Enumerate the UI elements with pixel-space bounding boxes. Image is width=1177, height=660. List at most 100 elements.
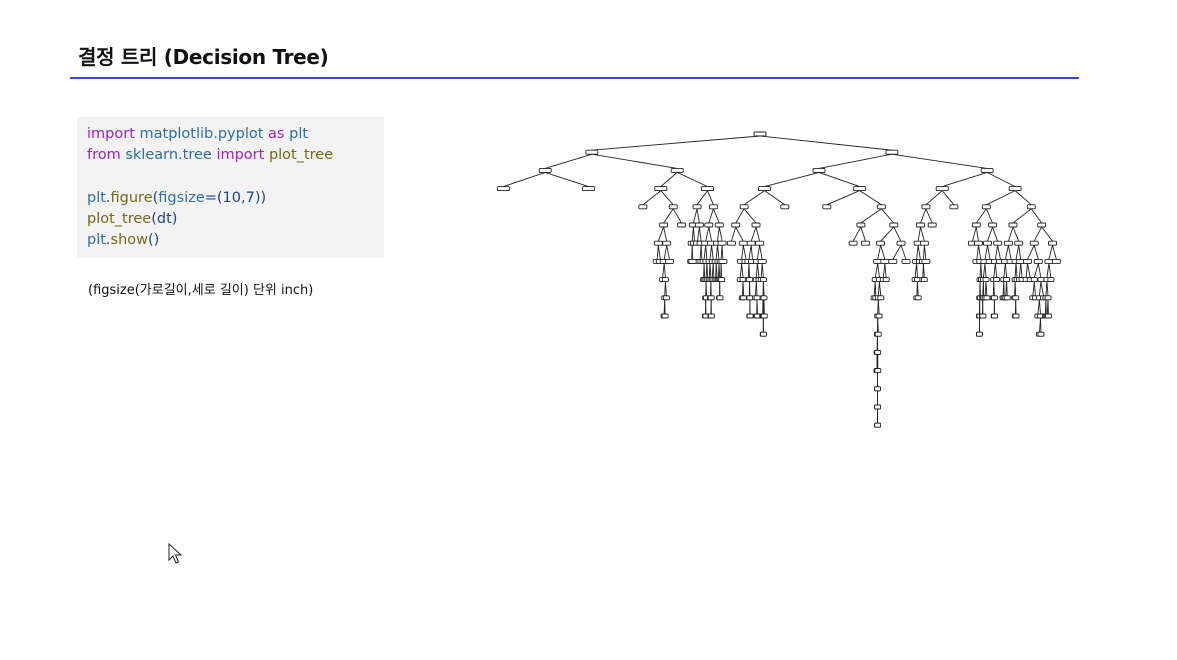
tree-node	[880, 258, 890, 264]
tree-node	[822, 204, 832, 210]
tree-edge	[1025, 263, 1028, 278]
tree-edge	[1027, 245, 1035, 260]
tree-edge	[545, 171, 589, 188]
tree-edge	[941, 190, 955, 206]
tree-edge	[893, 226, 902, 242]
code-token: =(10,7))	[204, 189, 267, 206]
tree-node	[1044, 295, 1052, 301]
tree-node	[991, 313, 999, 319]
tree-edge	[892, 244, 902, 260]
tree-node	[876, 240, 886, 246]
tree-node	[1023, 258, 1032, 264]
tree-node	[1047, 277, 1055, 283]
tree-node	[758, 186, 771, 192]
tree-edge	[1046, 281, 1049, 296]
tree-edge	[884, 263, 887, 278]
tree-node	[919, 240, 929, 246]
tree-edge	[756, 299, 759, 315]
tree-node	[856, 222, 866, 228]
tree-edge	[748, 245, 752, 260]
tree-node	[757, 258, 767, 264]
tree-node	[1051, 258, 1061, 264]
tree-edge	[718, 226, 723, 242]
tree-edge	[741, 245, 744, 260]
tree-edge	[691, 245, 694, 260]
tree-node	[661, 313, 669, 319]
tree-node	[882, 277, 890, 283]
tree-node	[935, 186, 949, 192]
tree-node	[714, 222, 724, 228]
tree-edge	[660, 190, 674, 206]
tree-edge	[1004, 263, 1008, 278]
tree-node	[759, 277, 767, 283]
code-line: plt.figure(figsize=(10,7))	[87, 188, 384, 209]
tree-node	[1008, 186, 1022, 192]
tree-edge	[1012, 208, 1032, 224]
tree-edge	[743, 190, 765, 206]
tree-node	[662, 295, 670, 301]
tree-edge	[759, 245, 763, 260]
tree-edge	[917, 245, 921, 260]
tree-edge	[975, 208, 987, 224]
code-token: from	[87, 147, 121, 164]
tree-edge	[971, 226, 977, 242]
tree-edge	[976, 245, 979, 260]
tree-node	[1037, 331, 1045, 337]
code-line: from sklearn.tree import plot_tree	[87, 145, 384, 166]
tree-node	[1048, 240, 1057, 246]
tree-node	[874, 349, 882, 355]
code-token: plt	[87, 232, 106, 249]
tree-node	[920, 277, 928, 283]
tree-edge	[985, 281, 988, 296]
tree-edge	[997, 245, 1001, 260]
tree-node	[718, 277, 726, 283]
tree-edge	[984, 263, 987, 278]
tree-edge	[1012, 226, 1020, 242]
code-token: import	[87, 126, 135, 142]
tree-edge	[880, 245, 886, 260]
slide-title: 결정 트리 (Decision Tree)	[78, 45, 329, 69]
tree-edge	[1041, 226, 1053, 242]
tree-node	[731, 222, 741, 228]
tree-edge	[703, 263, 706, 278]
tree-node	[638, 204, 648, 210]
tree-edge	[709, 245, 713, 260]
tree-edge	[1038, 299, 1041, 315]
tree-edge	[677, 171, 708, 188]
tree-edge	[878, 281, 882, 296]
tree-edge	[877, 263, 880, 278]
tree-node	[982, 277, 990, 283]
tree-edge	[735, 226, 744, 242]
tree-node	[874, 368, 882, 374]
tree-node	[496, 186, 510, 192]
tree-edge	[1052, 245, 1057, 260]
tree-node	[981, 204, 991, 210]
tree-edge	[663, 226, 668, 242]
tree-edge	[826, 190, 860, 206]
tree-edge	[742, 245, 747, 260]
tree-node	[914, 295, 922, 301]
tree-edge	[978, 245, 982, 260]
tree-node	[760, 313, 768, 319]
tree-edge	[916, 263, 918, 278]
tree-edge	[1033, 263, 1039, 278]
tree-edge	[1033, 245, 1039, 260]
tree-edge	[705, 245, 708, 260]
tree-edge	[657, 245, 661, 260]
tree-node	[692, 204, 702, 210]
tree-edge	[696, 208, 700, 224]
tree-node	[1012, 313, 1020, 319]
tree-edge	[852, 226, 862, 242]
tree-node	[740, 295, 748, 301]
tree-edge	[880, 226, 895, 242]
tree-node	[896, 240, 906, 246]
tree-node	[780, 204, 790, 210]
tree-edge	[708, 226, 713, 242]
tree-edge	[923, 245, 927, 260]
tree-edge	[1048, 245, 1053, 260]
tree-node	[927, 222, 937, 228]
tree-node	[1008, 222, 1018, 228]
tree-node	[916, 222, 925, 228]
tree-edge	[1006, 281, 1008, 296]
tree-node	[1033, 258, 1043, 264]
